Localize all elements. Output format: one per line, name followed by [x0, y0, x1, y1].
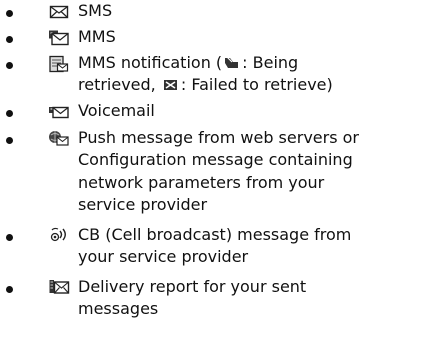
text-segment: retrieved, — [78, 75, 161, 95]
list-item-text: MMS notification ( : Being retrieved, : … — [78, 52, 418, 97]
text-line: Push message from web servers or — [78, 128, 359, 147]
cell-broadcast-icon — [48, 226, 70, 244]
text-line: messages — [78, 299, 159, 319]
bullet — [6, 36, 13, 43]
text-segment: : Being — [242, 53, 299, 72]
list-item-text: CB (Cell broadcast) message from your se… — [78, 224, 418, 269]
text-line: CB (Cell broadcast) message from — [78, 225, 352, 244]
mms-notification-icon — [48, 55, 70, 73]
text-line: network parameters from your — [78, 172, 325, 192]
list-item-text: Push message from web servers or Configu… — [78, 127, 418, 216]
bullet — [6, 110, 13, 117]
bullet — [6, 10, 13, 17]
delivery-report-icon — [48, 278, 70, 296]
list-item-text: Delivery report for your sent messages — [78, 276, 418, 321]
text-line: service provider — [78, 194, 208, 214]
text-line: Delivery report for your sent — [78, 277, 307, 296]
text-line: Configuration message containing — [78, 150, 353, 170]
mms-envelope-icon — [48, 29, 70, 47]
list-item-text: MMS — [78, 27, 116, 46]
sms-envelope-icon — [48, 3, 70, 21]
bullet — [6, 234, 13, 241]
text-segment: MMS notification ( — [78, 53, 223, 72]
bullet — [6, 137, 13, 144]
list-item-text: Voicemail — [78, 101, 155, 120]
text-line: your service provider — [78, 247, 249, 267]
retrieve-failed-icon — [162, 77, 180, 93]
retrieving-icon — [223, 55, 241, 71]
voicemail-icon — [48, 103, 70, 121]
list-item-text: SMS — [78, 1, 113, 20]
bullet — [6, 62, 13, 69]
text-segment: : Failed to retrieve) — [180, 75, 333, 95]
bullet — [6, 286, 13, 293]
push-message-icon — [48, 129, 70, 147]
